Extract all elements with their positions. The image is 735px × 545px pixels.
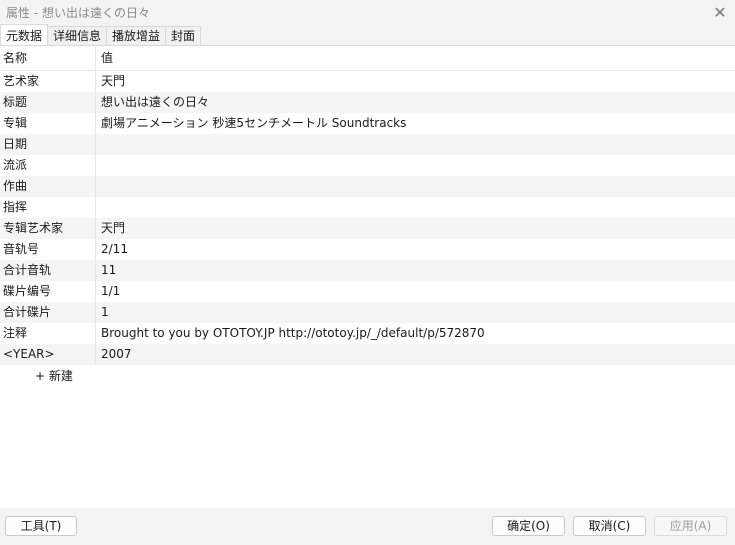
row-value[interactable]: 天門 bbox=[101, 74, 125, 88]
tab-strip: 元数据 详细信息 播放增益 封面 bbox=[0, 24, 735, 46]
table-row[interactable]: 注释 Brought to you by OTOTOY.JP http://oto… bbox=[0, 323, 735, 344]
table-row[interactable]: 指挥 bbox=[0, 197, 735, 218]
row-value[interactable]: 劇場アニメーション 秒速5センチメートル Soundtracks bbox=[101, 116, 406, 130]
row-name: 专辑艺术家 bbox=[3, 221, 64, 235]
table-row[interactable]: 合计音轨 11 bbox=[0, 260, 735, 281]
row-value[interactable]: 1/1 bbox=[101, 284, 120, 298]
row-name: 艺术家 bbox=[3, 74, 40, 88]
table-row[interactable]: 音轨号 2/11 bbox=[0, 239, 735, 260]
row-name: 合计音轨 bbox=[3, 263, 52, 277]
column-header-value[interactable]: 值 bbox=[101, 51, 113, 65]
row-value[interactable]: 2007 bbox=[101, 347, 132, 361]
row-value[interactable]: 想い出は遠くの日々 bbox=[101, 95, 209, 109]
table-row[interactable]: 专辑艺术家 天門 bbox=[0, 218, 735, 239]
metadata-table: 名称 值 艺术家 天門 标题 想い出は遠くの日々 专辑 劇場アニメーション 秒速5セン… bbox=[0, 46, 735, 387]
table-row[interactable]: 标题 想い出は遠くの日々 bbox=[0, 92, 735, 113]
dialog-footer: 工具(T) 确定(O) 取消(C) 应用(A) bbox=[0, 508, 735, 545]
tab-details[interactable]: 详细信息 bbox=[47, 26, 108, 45]
column-header-name[interactable]: 名称 bbox=[3, 51, 27, 65]
row-name: 专辑 bbox=[3, 116, 28, 130]
row-value[interactable]: Brought to you by OTOTOY.JP http://ototo… bbox=[101, 326, 485, 340]
row-value[interactable]: 1 bbox=[101, 305, 109, 319]
window-title: 属性 - 想い出は遠くの日々 bbox=[6, 6, 150, 20]
close-icon[interactable]: ✕ bbox=[709, 1, 731, 23]
row-value[interactable]: 天門 bbox=[101, 221, 125, 235]
table-row[interactable]: 作曲 bbox=[0, 176, 735, 197]
cancel-button[interactable]: 取消(C) bbox=[573, 516, 646, 536]
tab-metadata[interactable]: 元数据 bbox=[0, 24, 49, 45]
table-header: 名称 值 bbox=[0, 46, 735, 71]
tab-replaygain[interactable]: 播放增益 bbox=[106, 26, 167, 45]
tools-button[interactable]: 工具(T) bbox=[5, 516, 77, 536]
tab-cover[interactable]: 封面 bbox=[165, 26, 202, 45]
row-name: 注释 bbox=[3, 326, 28, 340]
add-field-button[interactable]: + 新建 bbox=[0, 365, 735, 387]
row-name: 日期 bbox=[3, 137, 28, 151]
table-row[interactable]: 碟片编号 1/1 bbox=[0, 281, 735, 302]
row-name: 音轨号 bbox=[3, 242, 40, 256]
row-name: 合计碟片 bbox=[3, 305, 52, 319]
table-row[interactable]: 专辑 劇場アニメーション 秒速5センチメートル Soundtracks bbox=[0, 113, 735, 134]
table-row[interactable]: 日期 bbox=[0, 134, 735, 155]
table-row[interactable]: 流派 bbox=[0, 155, 735, 176]
row-name: 指挥 bbox=[3, 200, 28, 214]
row-name: 标题 bbox=[3, 95, 28, 109]
row-name: 作曲 bbox=[3, 179, 28, 193]
table-row[interactable]: 合计碟片 1 bbox=[0, 302, 735, 323]
table-body: 艺术家 天門 标题 想い出は遠くの日々 专辑 劇場アニメーション 秒速5センチメートル… bbox=[0, 71, 735, 365]
apply-button[interactable]: 应用(A) bbox=[654, 516, 727, 536]
row-name: 碟片编号 bbox=[3, 284, 52, 298]
row-value[interactable]: 11 bbox=[101, 263, 116, 277]
row-value[interactable]: 2/11 bbox=[101, 242, 128, 256]
ok-button[interactable]: 确定(O) bbox=[492, 516, 565, 536]
row-name: 流派 bbox=[3, 158, 28, 172]
row-name: <YEAR> bbox=[3, 347, 55, 361]
table-row[interactable]: <YEAR> 2007 bbox=[0, 344, 735, 365]
table-row[interactable]: 艺术家 天門 bbox=[0, 71, 735, 92]
title-bar: 属性 - 想い出は遠くの日々 ✕ bbox=[0, 0, 735, 24]
